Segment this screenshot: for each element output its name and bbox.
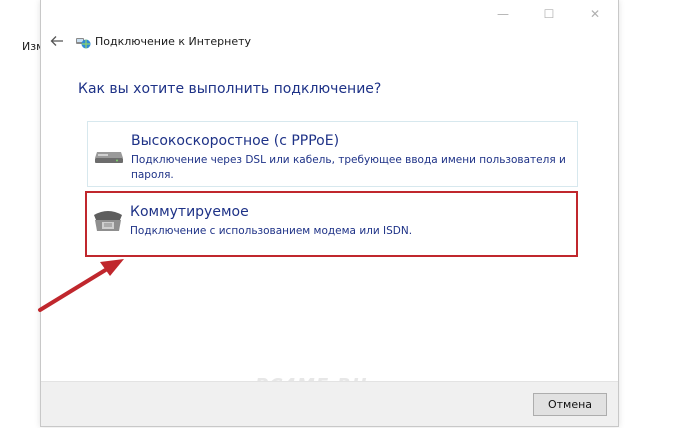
option-pppoe-title: Высокоскоростное (с PPPoE) bbox=[131, 133, 340, 149]
close-button[interactable]: ✕ bbox=[572, 0, 618, 28]
caption-buttons: — ☐ ✕ bbox=[480, 0, 618, 28]
minimize-button[interactable]: — bbox=[480, 0, 526, 28]
cancel-button[interactable]: Отмена bbox=[533, 393, 607, 416]
network-globe-icon bbox=[75, 34, 91, 50]
option-dialup-title: Коммутируемое bbox=[130, 204, 249, 220]
option-dialup[interactable]: Коммутируемое Подключение с использовани… bbox=[85, 191, 578, 257]
connection-wizard-window: — ☐ ✕ Подключение к Интернету Как вы хот… bbox=[40, 0, 619, 427]
page-heading: Как вы хотите выполнить подключение? bbox=[78, 81, 382, 97]
back-arrow-icon[interactable] bbox=[49, 33, 65, 49]
option-pppoe-description: Подключение через DSL или кабель, требую… bbox=[131, 154, 566, 181]
maximize-button[interactable]: ☐ bbox=[526, 0, 572, 28]
wizard-footer: Отмена bbox=[41, 381, 618, 426]
option-dialup-description: Подключение с использованием модема или … bbox=[130, 225, 413, 237]
dialup-phone-icon bbox=[92, 206, 124, 231]
modem-icon bbox=[93, 144, 125, 166]
option-pppoe[interactable]: Высокоскоростное (с PPPoE) Подключение ч… bbox=[87, 121, 578, 187]
window-title: Подключение к Интернету bbox=[95, 35, 252, 48]
